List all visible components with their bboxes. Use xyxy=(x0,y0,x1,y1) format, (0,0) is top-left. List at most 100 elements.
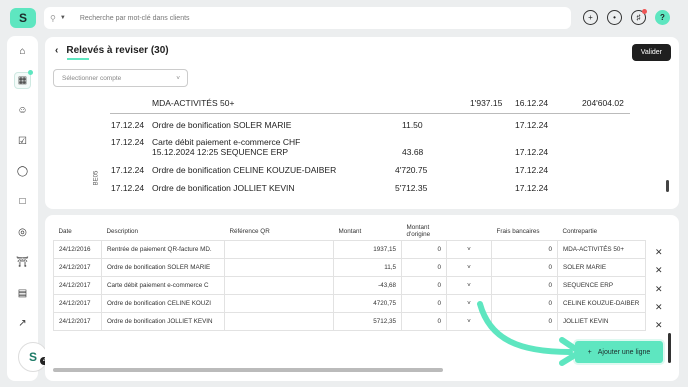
date-cell[interactable]: 24/12/2017 xyxy=(53,257,102,277)
delete-row-icon[interactable]: ✕ xyxy=(655,247,663,258)
scan-date: 17.12.24 xyxy=(515,165,549,175)
qr-reference-cell[interactable] xyxy=(224,257,334,277)
table-row: 24/12/2017 Ordre de bonification CELINE … xyxy=(53,293,646,313)
qr-reference-cell[interactable] xyxy=(224,311,334,331)
amount-cell[interactable]: 1937,15 xyxy=(333,239,402,259)
scan-divider xyxy=(110,113,630,114)
column-header: Montant xyxy=(338,227,362,235)
clock-icon[interactable]: • xyxy=(607,10,622,25)
bank-fees-cell[interactable]: 0 xyxy=(491,239,558,259)
description-cell[interactable]: Ordre de bonification CELINE KOUZI xyxy=(101,293,225,313)
bank-fees-cell[interactable]: 0 xyxy=(491,311,558,331)
add-circle-icon[interactable]: + xyxy=(583,10,598,25)
scan-date: 17.12.24 xyxy=(111,120,145,130)
description-cell[interactable]: Ordre de bonification JOLLIET KEVIN xyxy=(101,311,225,331)
shopping-bag-icon[interactable]: □ xyxy=(14,193,31,210)
back-icon[interactable]: ‹ xyxy=(55,45,58,56)
original-amount-cell[interactable]: 0 xyxy=(401,311,447,331)
currency-dropdown[interactable]: ˅ xyxy=(446,239,492,259)
currency-dropdown[interactable]: ˅ xyxy=(446,275,492,295)
search-icon: ⚲ xyxy=(50,13,56,23)
counterparty-cell[interactable]: SOLER MARIE xyxy=(557,257,646,277)
bank-fees-cell[interactable]: 0 xyxy=(491,293,558,313)
table-row: 24/12/2017 Ordre de bonification SOLER M… xyxy=(53,257,646,277)
vertical-scrollbar[interactable] xyxy=(666,180,669,192)
support-icon[interactable]: ◎ xyxy=(14,224,31,241)
currency-dropdown[interactable]: ˅ xyxy=(446,311,492,331)
description-cell[interactable]: Rentrée de paiement QR-facture MD. xyxy=(101,239,225,259)
delete-row-icon[interactable]: ✕ xyxy=(655,302,663,313)
help-icon[interactable]: ? xyxy=(655,10,670,25)
scan-label: Ordre de bonification CELINE KOUZUE-DAIB… xyxy=(152,165,337,175)
bank-fees-cell[interactable]: 0 xyxy=(491,257,558,277)
amount-cell[interactable]: 4720,75 xyxy=(333,293,402,313)
currency-dropdown[interactable]: ˅ xyxy=(446,293,492,313)
original-amount-cell[interactable]: 0 xyxy=(401,275,447,295)
delete-row-icon[interactable]: ✕ xyxy=(655,265,663,276)
money-bag-icon[interactable]: ◯ xyxy=(14,163,31,180)
date-cell[interactable]: 24/12/2017 xyxy=(53,293,102,313)
document-icon[interactable]: ▤ xyxy=(14,285,31,302)
chevron-down-icon[interactable]: ▼ xyxy=(60,15,66,21)
bell-icon[interactable]: ♯ xyxy=(631,9,647,25)
scan-amount: 1'937.15 xyxy=(470,98,503,108)
currency-dropdown[interactable]: ˅ xyxy=(446,257,492,277)
counterparty-cell[interactable]: CELINE KOUZUE-DAIBER xyxy=(557,293,646,313)
scan-date: 17.12.24 xyxy=(515,120,549,130)
statement-panel: ‹ Relevés à reviser (30) Valider Sélecti… xyxy=(45,37,679,209)
qr-reference-cell[interactable] xyxy=(224,239,334,259)
date-cell[interactable]: 24/12/2017 xyxy=(53,311,102,331)
scan-date: 17.12.24 xyxy=(515,147,549,157)
statement-scan: MDA-ACTIVITÉS 50+ 1'937.15 16.12.24 204'… xyxy=(45,95,679,209)
table-row: 24/12/2017 Carte débit paiement e-commer… xyxy=(53,275,646,295)
home-icon[interactable]: ⌂ xyxy=(14,43,31,60)
delete-row-icon[interactable]: ✕ xyxy=(655,320,663,331)
chart-icon[interactable]: ↗ xyxy=(14,315,31,332)
date-cell[interactable]: 24/12/2017 xyxy=(53,275,102,295)
validate-button[interactable]: Valider xyxy=(631,44,671,61)
search-bar[interactable]: ⚲ ▼ Recherche par mot-clé dans clients xyxy=(44,7,571,29)
qr-reference-cell[interactable] xyxy=(224,293,334,313)
date-cell[interactable]: 24/12/2016 xyxy=(53,239,102,259)
column-header: Frais bancaires xyxy=(496,227,540,235)
chevron-down-icon: ˅ xyxy=(467,281,471,289)
delete-row-icon[interactable]: ✕ xyxy=(655,284,663,295)
column-header: Date xyxy=(58,227,72,235)
description-cell[interactable]: Carte débit paiement e-commerce C xyxy=(101,275,225,295)
bank-fees-cell[interactable]: 0 xyxy=(491,275,558,295)
counterparty-cell[interactable]: SEQUENCE ERP xyxy=(557,275,646,295)
amount-cell[interactable]: 11,5 xyxy=(333,257,402,277)
account-select[interactable]: Sélectionner compte ˅ xyxy=(53,69,188,87)
counterparty-cell[interactable]: JOLLIET KEVIN xyxy=(557,311,646,331)
original-amount-cell[interactable]: 0 xyxy=(401,257,447,277)
original-amount-cell[interactable]: 0 xyxy=(401,293,447,313)
original-amount-cell[interactable]: 0 xyxy=(401,239,447,259)
active-dot xyxy=(28,70,33,75)
add-line-label: Ajouter une ligne xyxy=(597,348,651,356)
amount-cell[interactable]: -43,68 xyxy=(333,275,402,295)
inbox-icon[interactable]: ▦ xyxy=(14,70,33,89)
description-cell[interactable]: Ordre de bonification SOLER MARIE xyxy=(101,257,225,277)
add-line-button[interactable]: + Ajouter une ligne xyxy=(575,341,663,363)
checklist-icon[interactable]: ☑ xyxy=(14,133,31,150)
avatar[interactable]: S 42 xyxy=(18,342,53,372)
table-row: 24/12/2016 Rentrée de paiement QR-factur… xyxy=(53,239,646,259)
column-header: Contrepartie xyxy=(562,227,598,235)
horizontal-scrollbar[interactable] xyxy=(53,368,443,372)
panel-scroll-thumb[interactable] xyxy=(668,333,671,363)
table-row: 24/12/2017 Ordre de bonification JOLLIET… xyxy=(53,311,646,331)
users-icon[interactable]: ☺ xyxy=(14,102,31,119)
notification-dot xyxy=(642,9,647,14)
scan-amount: 5'712.35 xyxy=(395,183,428,193)
chevron-down-icon: ˅ xyxy=(467,263,471,271)
search-input[interactable]: Recherche par mot-clé dans clients xyxy=(80,15,190,22)
scan-balance: 204'604.02 xyxy=(582,98,624,108)
qr-reference-cell[interactable] xyxy=(224,275,334,295)
counterparty-cell[interactable]: MDA-ACTIVITÉS 50+ xyxy=(557,239,646,259)
app-logo[interactable]: S xyxy=(10,8,36,28)
amount-cell[interactable]: 5712,35 xyxy=(333,311,402,331)
bank-icon[interactable]: ⛩ xyxy=(14,254,31,271)
sidebar: ⌂ ▦ ☺ ☑ ◯ □ ◎ ⛩ ▤ ↗ xyxy=(7,36,38,381)
scan-amount: 4'720.75 xyxy=(395,165,428,175)
column-header: Description xyxy=(106,227,139,235)
